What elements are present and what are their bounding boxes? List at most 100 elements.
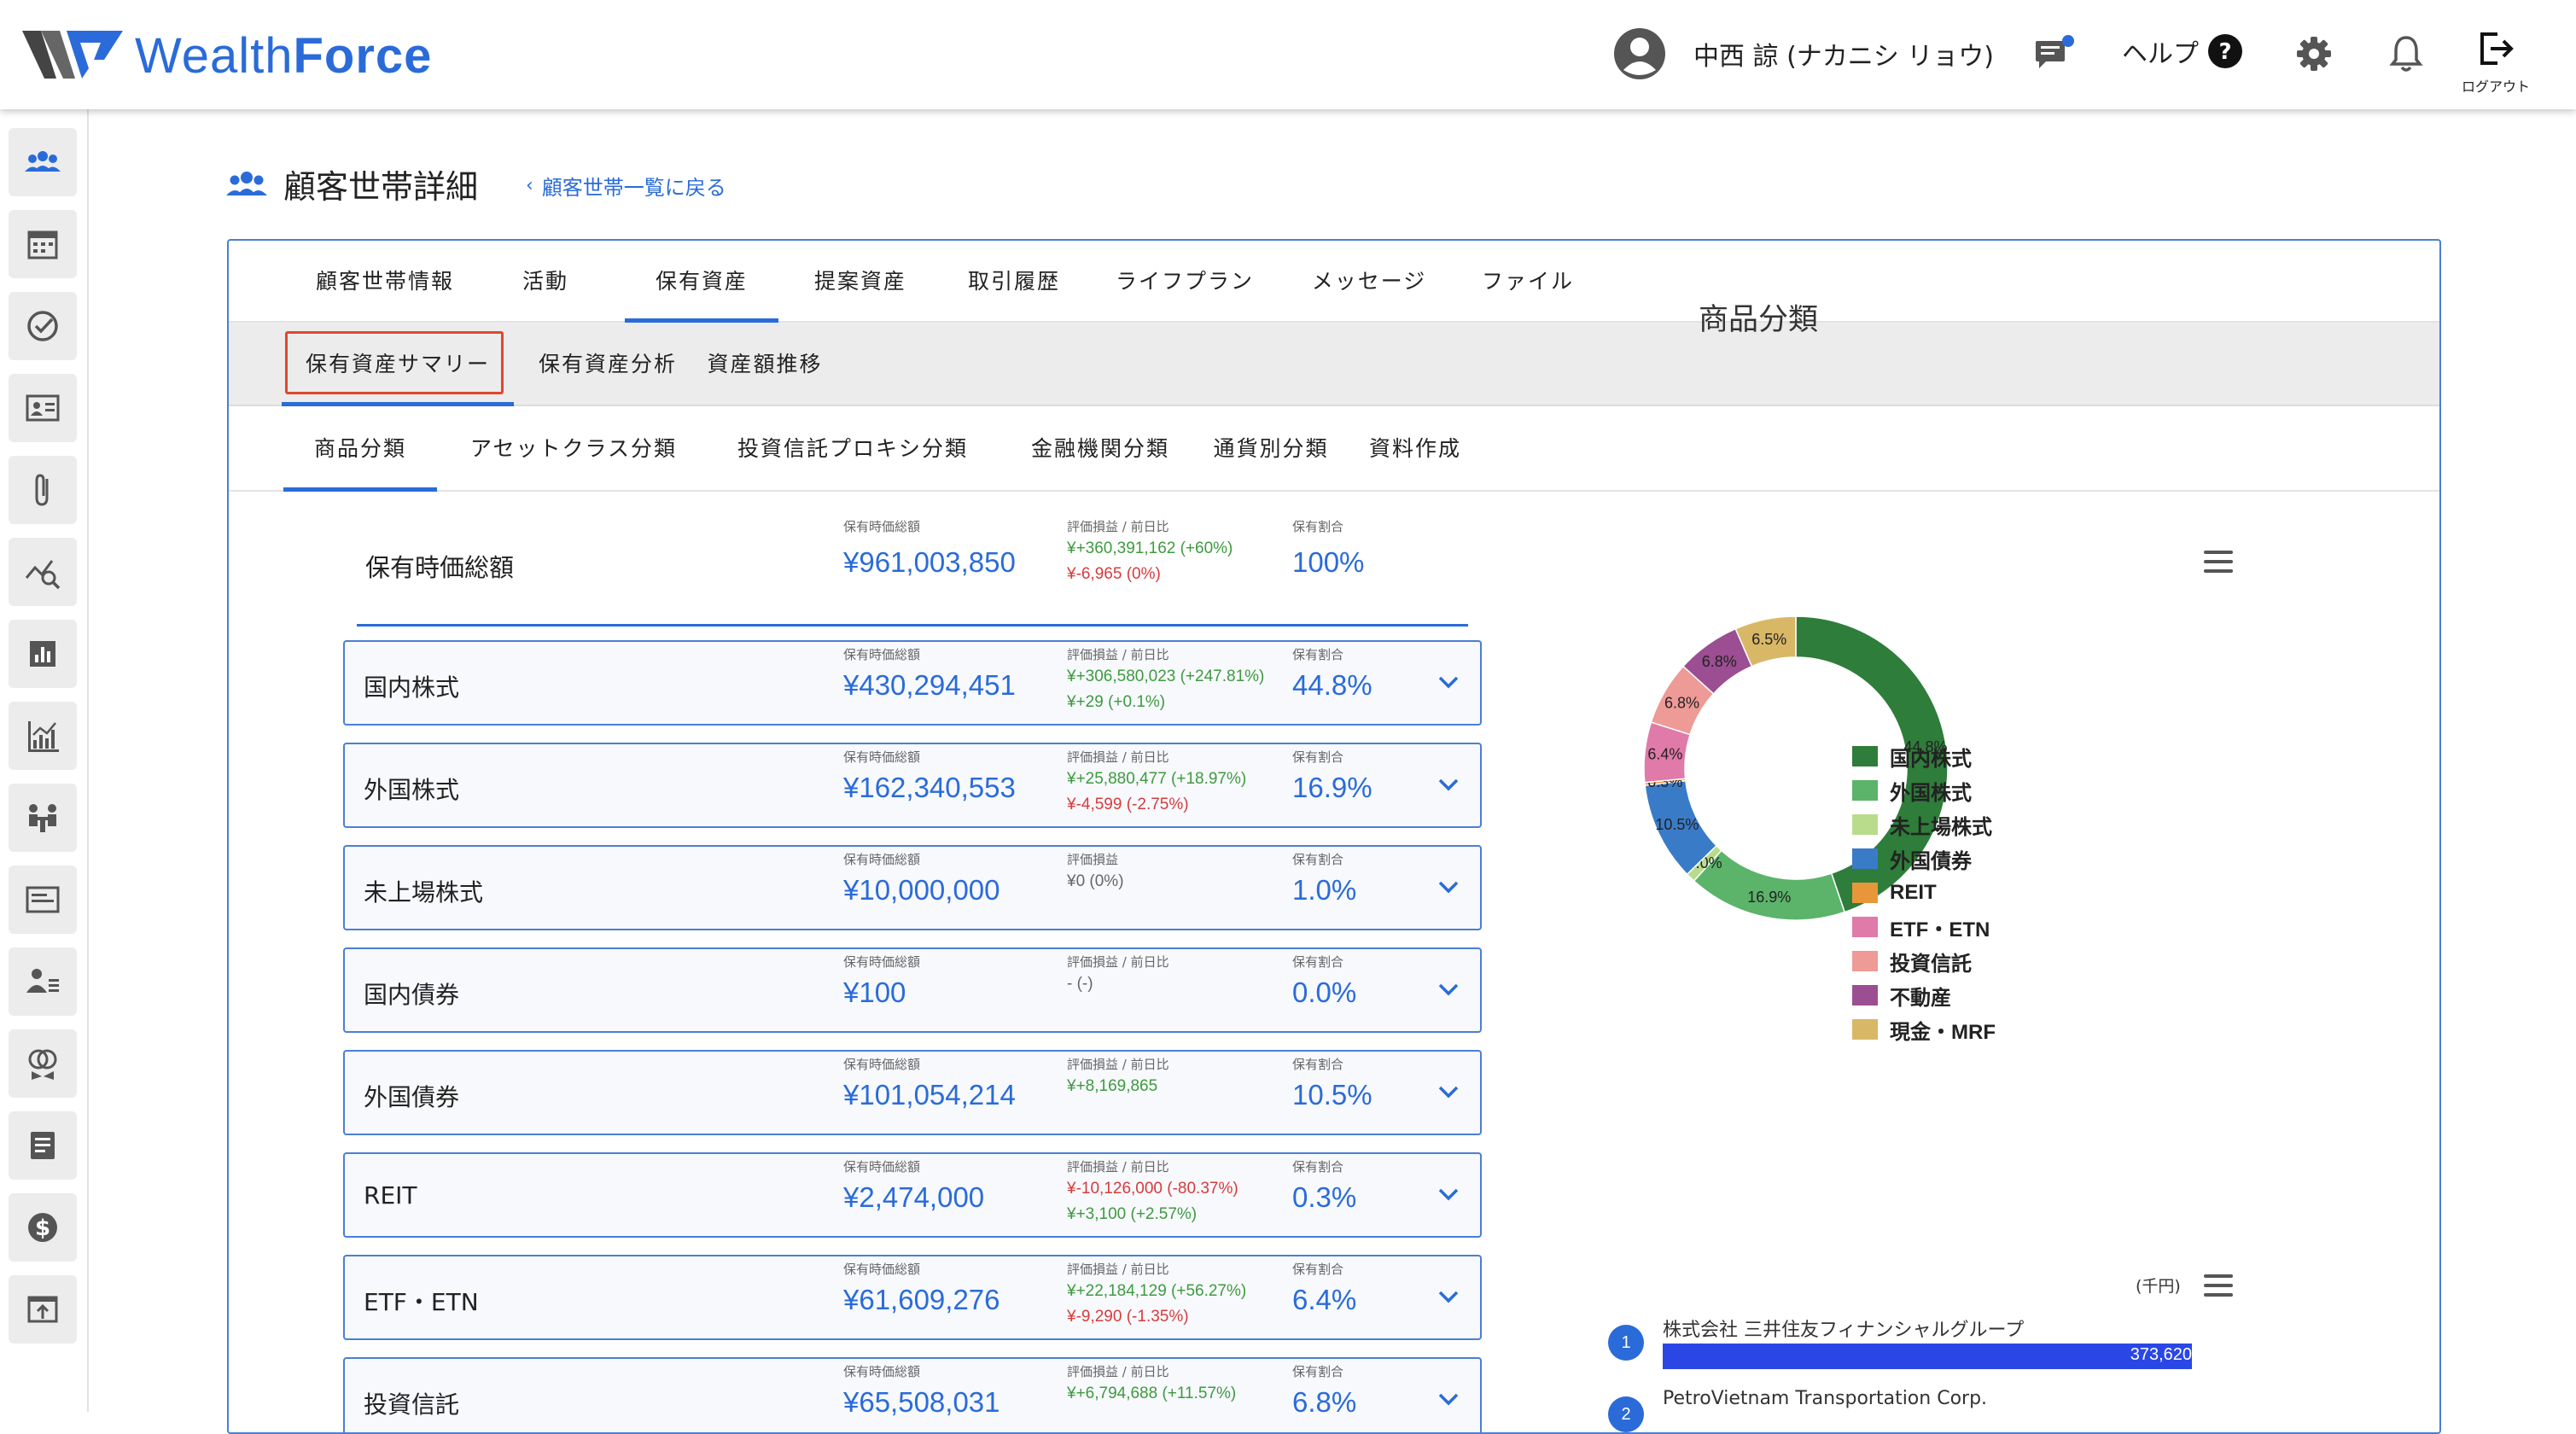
chevron-down-icon[interactable] [1434, 975, 1463, 1004]
app-logo[interactable]: WealthForce [22, 26, 432, 85]
row-value-label: 保有時価総額 [843, 749, 921, 765]
chat-button[interactable] [2031, 31, 2078, 77]
chevron-down-icon[interactable] [1434, 667, 1463, 697]
tab-currency[interactable]: 通貨別分類 [1181, 406, 1361, 492]
legend-item[interactable]: ETF・ETN [1852, 910, 1996, 944]
category-row-domestic-bonds[interactable]: 国内債券 保有時価総額 ¥100 評価損益 / 前日比 - (-) 保有割合 0… [343, 947, 1482, 1033]
sidebar-item-export[interactable] [9, 1275, 77, 1344]
row-name: 国内債券 [364, 981, 460, 1009]
chevron-down-icon[interactable] [1434, 872, 1463, 901]
legend-item[interactable]: REIT [1852, 876, 1996, 910]
chart-menu-icon[interactable] [2202, 548, 2235, 575]
tab-proposed-assets[interactable]: 提案資産 [792, 241, 929, 323]
sidebar-item-screens[interactable] [9, 866, 77, 934]
chevron-down-icon[interactable] [1434, 1180, 1463, 1209]
sidebar-item-households[interactable] [9, 128, 77, 196]
logout-button[interactable]: ログアウト [2455, 31, 2537, 96]
tab-activity[interactable]: 活動 [490, 241, 601, 323]
row-pl-label: 評価損益 / 前日比 [1067, 1364, 1169, 1379]
legend-label: 外国債券 [1890, 849, 1972, 873]
category-row-mutual-funds[interactable]: 投資信託 保有時価総額 ¥65,508,031 評価損益 / 前日比 ¥+6,7… [343, 1357, 1482, 1432]
category-row-foreign-bonds[interactable]: 外国債券 保有時価総額 ¥101,054,214 評価損益 / 前日比 ¥+8,… [343, 1050, 1482, 1135]
meeting-icon [29, 804, 56, 832]
category-row-foreign-stocks[interactable]: 外国株式 保有時価総額 ¥162,340,553 評価損益 / 前日比 ¥+25… [343, 743, 1482, 828]
user-list-icon [26, 969, 59, 993]
chevron-down-icon[interactable] [1434, 1384, 1463, 1414]
row-ratio-label: 保有割合 [1292, 647, 1344, 662]
legend-label: 国内株式 [1890, 747, 1972, 771]
sidebar-item-meetings[interactable] [9, 784, 77, 852]
subtab-holdings-analysis[interactable]: 保有資産分析 [531, 323, 685, 406]
chat-icon [2036, 35, 2074, 68]
calendar-icon [27, 230, 58, 259]
category-row-unlisted-stocks[interactable]: 未上場株式 保有時価総額 ¥10,000,000 評価損益 ¥0 (0%) 保有… [343, 845, 1482, 930]
profile-card-icon [26, 394, 60, 422]
row-daily-change: ¥-9,290 (-1.35%) [1067, 1308, 1189, 1326]
chevron-down-icon[interactable] [1434, 1077, 1463, 1106]
legend-item[interactable]: 外国債券 [1852, 842, 1996, 876]
gear-icon [2297, 37, 2331, 71]
back-to-list-link[interactable]: ‹ 顧客世帯一覧に戻る [526, 171, 726, 201]
legend-label: 不動産 [1890, 986, 1951, 1010]
row-name: 未上場株式 [364, 878, 484, 906]
logout-icon [2480, 32, 2514, 65]
sidebar-item-documents[interactable] [9, 1111, 77, 1180]
row-pl-label: 評価損益 / 前日比 [1067, 749, 1169, 765]
tab-holdings[interactable]: 保有資産 [625, 241, 778, 323]
legend-swatch [1852, 746, 1878, 767]
category-row-domestic-stocks[interactable]: 国内株式 保有時価総額 ¥430,294,451 評価損益 / 前日比 ¥+30… [343, 640, 1482, 726]
legend-item[interactable]: 外国株式 [1852, 773, 1996, 807]
holdings-summary: 保有時価総額 保有時価総額 ¥961,003,850 評価損益 / 前日比 ¥+… [357, 516, 1468, 627]
row-name: 外国株式 [364, 776, 460, 804]
sidebar-item-tasks[interactable] [9, 292, 77, 360]
sidebar-item-reports[interactable] [9, 620, 77, 688]
household-detail-card: 顧客世帯情報 活動 保有資産 提案資産 取引履歴 ライフプラン メッセージ ファ… [227, 239, 2441, 1434]
window-icon [26, 886, 60, 913]
chevron-down-icon[interactable] [1434, 770, 1463, 799]
chevron-down-icon[interactable] [1434, 1282, 1463, 1311]
row-ratio-label: 保有割合 [1292, 1262, 1344, 1277]
tab-messages[interactable]: メッセージ [1285, 241, 1453, 323]
sidebar-item-family[interactable] [9, 1029, 77, 1098]
legend-item[interactable]: 現金・MRF [1852, 1012, 1996, 1046]
bar-value-label: 373,620 [2130, 1345, 2192, 1364]
pl-label: 評価損益 / 前日比 [1067, 519, 1169, 534]
sidebar-item-analysis[interactable] [9, 538, 77, 606]
row-value-label: 保有時価総額 [843, 1364, 921, 1379]
paperclip-icon [35, 474, 49, 506]
row-name: ETF・ETN [364, 1288, 479, 1316]
tab-materials[interactable]: 資料作成 [1347, 406, 1483, 492]
user-menu[interactable]: 中西 諒 (ナカニシ リョウ) [1613, 26, 1994, 82]
category-row-reit[interactable]: REIT 保有時価総額 ¥2,474,000 評価損益 / 前日比 ¥-10,1… [343, 1152, 1482, 1238]
help-button[interactable]: ヘルプ ? [2122, 32, 2243, 70]
category-row-etf-etn[interactable]: ETF・ETN 保有時価総額 ¥61,609,276 評価損益 / 前日比 ¥+… [343, 1255, 1482, 1340]
bar-chart-menu-icon[interactable] [2202, 1272, 2235, 1299]
row-daily-change: ¥-4,599 (-2.75%) [1067, 796, 1189, 813]
sidebar-item-performance[interactable] [9, 702, 77, 770]
subtab-asset-trend[interactable]: 資産額推移 [696, 323, 833, 406]
legend-item[interactable]: 国内株式 [1852, 739, 1996, 773]
sidebar-item-billing[interactable]: $ [9, 1193, 77, 1262]
legend-swatch [1852, 848, 1878, 869]
tab-transactions[interactable]: 取引履歴 [946, 241, 1082, 323]
tab-asset-class[interactable]: アセットクラス分類 [456, 406, 691, 492]
page-title: 顧客世帯詳細 [283, 168, 479, 206]
legend-item[interactable]: 不動産 [1852, 978, 1996, 1012]
settings-button[interactable] [2291, 31, 2337, 77]
legend-item[interactable]: 投資信託 [1852, 944, 1996, 978]
tab-fund-proxy[interactable]: 投資信託プロキシ分類 [708, 406, 997, 492]
sidebar-item-profile[interactable] [9, 374, 77, 442]
sidebar-item-contacts[interactable] [9, 947, 77, 1016]
legend-item[interactable]: 未上場株式 [1852, 807, 1996, 842]
tab-life-plan[interactable]: ライフプラン [1099, 241, 1270, 323]
sidebar-item-attachments[interactable] [9, 456, 77, 524]
sidebar-item-calendar[interactable] [9, 210, 77, 278]
notifications-button[interactable] [2383, 31, 2429, 77]
legend-label: 未上場株式 [1890, 815, 1992, 839]
document-icon [31, 1132, 55, 1159]
tab-household-info[interactable]: 顧客世帯情報 [297, 241, 473, 323]
tab-institution[interactable]: 金融機関分類 [1011, 406, 1190, 492]
row-ratio-label: 保有割合 [1292, 1159, 1344, 1175]
tab-files[interactable]: ファイル [1468, 241, 1588, 323]
tab-product-classification[interactable]: 商品分類 [283, 406, 437, 492]
